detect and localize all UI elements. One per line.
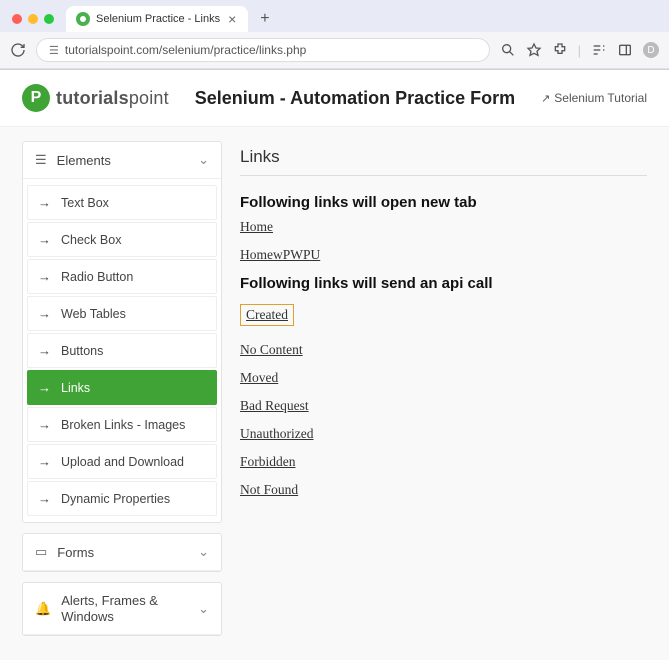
bookmark-icon[interactable] [526,42,542,58]
sidebar-item-label: Text Box [61,196,109,210]
zoom-icon[interactable] [500,42,516,58]
sidebar: ☰ Elements ⌄ → Text Box → Check Box → Radio B… [22,141,222,646]
logo-text: tutorialspoint [56,88,169,109]
arrow-right-icon: → [38,232,51,247]
sidebar-item-label: Upload and Download [61,455,184,469]
window-controls [12,14,54,24]
link-moved[interactable]: Moved [240,370,647,386]
browser-chrome: Selenium Practice - Links × + ☰ tutorial… [0,0,669,70]
sidebar-item-text-box[interactable]: → Text Box [27,185,217,220]
sidebar-item-buttons[interactable]: → Buttons [27,333,217,368]
chevron-down-icon: ⌄ [198,152,209,168]
sidebar-item-broken-links-images[interactable]: → Broken Links - Images [27,407,217,442]
link-created[interactable]: Created [240,304,294,326]
chevron-down-icon: ⌄ [198,601,209,617]
arrow-right-icon: → [38,343,51,358]
sidebar-item-radio-button[interactable]: → Radio Button [27,259,217,294]
bell-icon: 🔔 [35,601,51,617]
chevron-down-icon: ⌄ [198,544,209,560]
external-link-icon: ↗ [541,92,550,105]
browser-tab[interactable]: Selenium Practice - Links × [66,6,248,32]
tab-favicon-icon [76,12,90,26]
sidebar-item-label: Radio Button [61,270,133,284]
sidebar-group-alerts: 🔔 Alerts, Frames & Windows ⌄ [22,582,222,636]
arrow-right-icon: → [38,195,51,210]
section-heading-api-call: Following links will send an api call [240,275,647,292]
maximize-window-icon[interactable] [44,14,54,24]
url-text: tutorialspoint.com/selenium/practice/lin… [65,43,306,57]
main-heading: Links [240,147,647,176]
sidebar-group-elements: ☰ Elements ⌄ → Text Box → Check Box → Radio B… [22,141,222,523]
sidebar-group-header-forms[interactable]: ▭ Forms ⌄ [23,534,221,571]
link-homewpwpu[interactable]: HomewPWPU [240,247,647,263]
sidebar-group-forms: ▭ Forms ⌄ [22,533,222,572]
page-header: P tutorialspoint Selenium - Automation P… [0,70,669,127]
close-tab-icon[interactable]: × [226,12,238,26]
link-no-content[interactable]: No Content [240,342,647,358]
arrow-right-icon: → [38,454,51,469]
selenium-tutorial-link[interactable]: ↗ Selenium Tutorial [541,91,647,105]
page-title: Selenium - Automation Practice Form [169,88,541,109]
sidebar-item-label: Links [61,381,90,395]
site-info-icon[interactable]: ☰ [49,44,59,57]
sidebar-item-web-tables[interactable]: → Web Tables [27,296,217,331]
form-icon: ▭ [35,544,47,560]
menu-icon: ☰ [35,152,47,168]
arrow-right-icon: → [38,417,51,432]
sidebar-item-label: Web Tables [61,307,126,321]
link-bad-request[interactable]: Bad Request [240,398,647,414]
address-bar[interactable]: ☰ tutorialspoint.com/selenium/practice/l… [36,38,490,62]
tab-title: Selenium Practice - Links [96,13,220,25]
link-home[interactable]: Home [240,219,647,235]
panel-icon[interactable] [617,42,633,58]
arrow-right-icon: → [38,491,51,506]
address-bar-row: ☰ tutorialspoint.com/selenium/practice/l… [0,32,669,69]
tab-bar: Selenium Practice - Links × + [0,0,669,32]
sidebar-item-dynamic-properties[interactable]: → Dynamic Properties [27,481,217,516]
sidebar-item-links[interactable]: → Links [27,370,217,405]
link-unauthorized[interactable]: Unauthorized [240,426,647,442]
main-content: Links Following links will open new tab … [240,141,647,646]
arrow-right-icon: → [38,269,51,284]
sidebar-item-label: Check Box [61,233,121,247]
link-not-found[interactable]: Not Found [240,482,647,498]
sidebar-item-upload-and-download[interactable]: → Upload and Download [27,444,217,479]
sidebar-item-label: Dynamic Properties [61,492,170,506]
section-heading-new-tab: Following links will open new tab [240,194,647,211]
new-tab-button[interactable]: + [254,8,275,30]
sidebar-group-header-elements[interactable]: ☰ Elements ⌄ [23,142,221,179]
sidebar-item-check-box[interactable]: → Check Box [27,222,217,257]
arrow-right-icon: → [38,380,51,395]
reload-icon[interactable] [10,42,26,58]
reading-list-icon[interactable] [591,42,607,58]
sidebar-item-label: Broken Links - Images [61,418,185,432]
sidebar-group-header-alerts[interactable]: 🔔 Alerts, Frames & Windows ⌄ [23,583,221,635]
arrow-right-icon: → [38,306,51,321]
minimize-window-icon[interactable] [28,14,38,24]
sidebar-item-label: Buttons [61,344,103,358]
profile-avatar[interactable]: D [643,42,659,58]
extensions-icon[interactable] [552,42,568,58]
logo-badge-icon: P [22,84,50,112]
link-forbidden[interactable]: Forbidden [240,454,647,470]
close-window-icon[interactable] [12,14,22,24]
logo[interactable]: P tutorialspoint [22,84,169,112]
